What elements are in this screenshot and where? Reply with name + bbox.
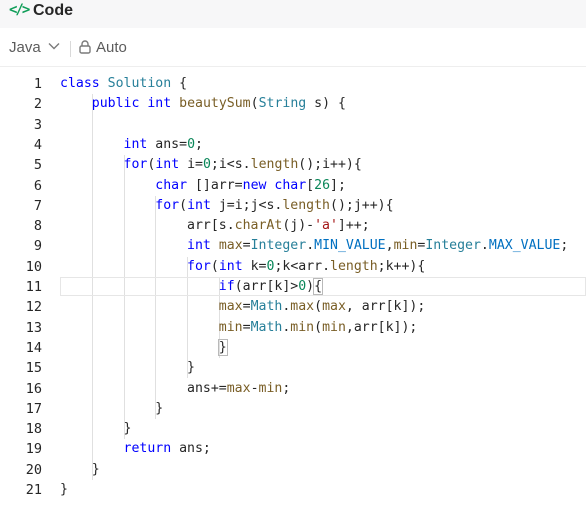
line-number: 12 <box>25 299 42 316</box>
line-number: 19 <box>25 441 42 458</box>
line-number: 11 <box>25 279 42 295</box>
code-line[interactable]: 16 ans+=max-min; <box>0 379 586 399</box>
line-number: 18 <box>25 421 42 438</box>
line-number: 21 <box>25 482 42 498</box>
line-number: 1 <box>33 76 42 92</box>
code-line[interactable]: 19 return ans; <box>0 439 586 459</box>
code-text[interactable]: max=Math.max(max, arr[k]); <box>60 297 426 317</box>
code-text[interactable]: min=Math.min(min,arr[k]); <box>60 318 418 338</box>
code-line[interactable]: 5 for(int i=0;i<s.length();i++){ <box>0 155 586 175</box>
code-text[interactable]: } <box>60 480 68 500</box>
line-number: 13 <box>25 319 42 336</box>
code-line[interactable]: 15 } <box>0 358 586 378</box>
code-line[interactable]: 2 public int beautySum(String s) { <box>0 94 586 114</box>
code-line[interactable]: 1 class Solution { <box>0 74 586 94</box>
line-number: 8 <box>33 218 42 235</box>
code-text[interactable]: ans+=max-min; <box>60 379 290 399</box>
code-text[interactable]: } <box>60 419 132 439</box>
code-line[interactable]: 13 min=Math.min(min,arr[k]); <box>0 318 586 338</box>
code-line[interactable]: 12 max=Math.max(max, arr[k]); <box>0 297 586 317</box>
line-number: 6 <box>33 177 42 194</box>
code-line[interactable]: 17 } <box>0 399 586 419</box>
line-number: 16 <box>25 380 42 397</box>
code-text[interactable]: for(int j=i;j<s.length();j++){ <box>60 196 393 216</box>
code-line[interactable]: 18 } <box>0 419 586 439</box>
editor-toolbar: Java Auto <box>0 28 586 67</box>
code-text[interactable]: int ans=0; <box>60 135 203 155</box>
line-number: 17 <box>25 400 42 417</box>
line-number: 7 <box>33 197 42 214</box>
code-line[interactable]: 6 char []arr=new char[26]; <box>0 176 586 196</box>
code-brackets-icon: </> <box>9 2 30 18</box>
line-number: 4 <box>33 136 42 153</box>
code-text[interactable]: class Solution { <box>60 74 187 94</box>
language-select[interactable]: Java <box>9 39 41 56</box>
code-text[interactable]: return ans; <box>60 439 211 459</box>
code-text[interactable]: for(int k=0;k<arr.length;k++){ <box>60 257 425 277</box>
code-editor[interactable]: 1 class Solution {2 public int beautySum(… <box>0 74 586 510</box>
code-line[interactable]: 11 if(arr[k]>0){ <box>0 277 586 297</box>
code-text[interactable]: char []arr=new char[26]; <box>60 176 346 196</box>
code-line[interactable]: 21} <box>0 480 586 500</box>
code-text[interactable]: int max=Integer.MIN_VALUE,min=Integer.MA… <box>60 236 568 256</box>
code-text[interactable]: } <box>60 338 228 358</box>
line-number: 3 <box>33 116 42 133</box>
code-line[interactable]: 20 } <box>0 460 586 480</box>
code-text[interactable]: if(arr[k]>0){ <box>60 277 324 297</box>
line-number: 14 <box>25 339 42 356</box>
code-text[interactable]: for(int i=0;i<s.length();i++){ <box>60 155 362 175</box>
matched-bracket: } <box>217 338 228 356</box>
line-number: 10 <box>25 258 42 275</box>
code-line[interactable]: 4 int ans=0; <box>0 135 586 155</box>
code-line[interactable]: 10 for(int k=0;k<arr.length;k++){ <box>0 257 586 277</box>
code-panel-header: </> Code <box>0 0 586 28</box>
lock-icon <box>79 40 91 54</box>
code-text[interactable]: } <box>60 460 100 480</box>
code-text[interactable]: public int beautySum(String s) { <box>60 94 346 114</box>
line-number: 9 <box>33 238 42 255</box>
panel-title: Code <box>33 2 73 19</box>
code-line[interactable]: 9 int max=Integer.MIN_VALUE,min=Integer.… <box>0 236 586 256</box>
line-number: 20 <box>25 461 42 478</box>
code-line[interactable]: 8 arr[s.charAt(j)-'a']++; <box>0 216 586 236</box>
code-text[interactable]: } <box>60 358 195 378</box>
toolbar-divider <box>70 41 71 57</box>
code-line[interactable]: 14 } <box>0 338 586 358</box>
matched-bracket: { <box>313 278 324 295</box>
code-text[interactable]: } <box>60 399 163 419</box>
code-line[interactable]: 3 <box>0 115 586 135</box>
auto-mode-toggle[interactable]: Auto <box>96 39 127 56</box>
code-line[interactable]: 7 for(int j=i;j<s.length();j++){ <box>0 196 586 216</box>
line-number: 15 <box>25 360 42 377</box>
chevron-down-icon[interactable] <box>48 42 60 50</box>
code-text[interactable]: arr[s.charAt(j)-'a']++; <box>60 216 370 236</box>
line-number: 2 <box>33 96 42 113</box>
line-number: 5 <box>33 157 42 174</box>
